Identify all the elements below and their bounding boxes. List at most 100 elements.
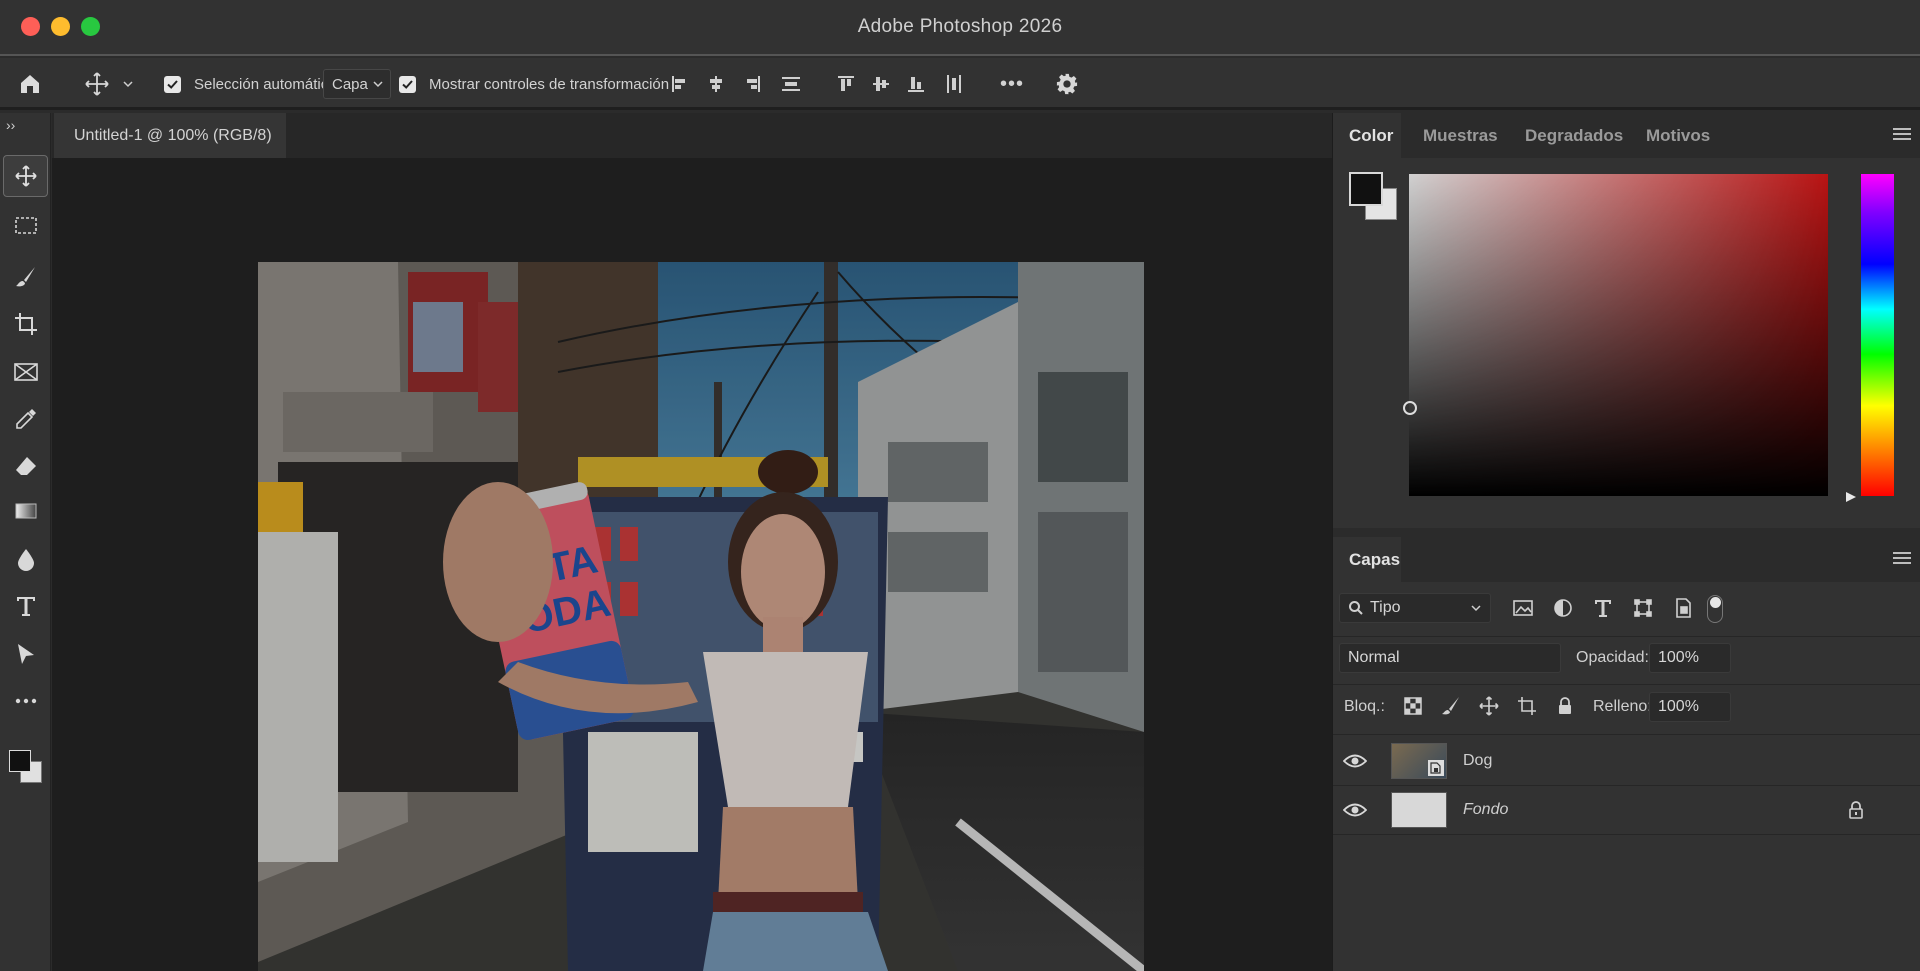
auto-select-check[interactable] <box>164 75 181 93</box>
move-icon <box>85 72 109 96</box>
tab-muestras[interactable]: Muestras <box>1423 113 1498 158</box>
color-panel <box>1333 158 1920 528</box>
tab-motivos[interactable]: Motivos <box>1646 113 1710 158</box>
filter-smart-objects-button[interactable] <box>1669 594 1697 622</box>
eraser-tool[interactable] <box>3 445 48 487</box>
shape-icon <box>1634 599 1652 617</box>
auto-select-target-dropdown[interactable]: Capa <box>323 69 391 99</box>
type-icon <box>16 597 35 616</box>
title-bar: Adobe Photoshop 2026 <box>0 0 1920 56</box>
move-tool[interactable] <box>3 155 48 197</box>
more-options-button[interactable]: ••• <box>1000 58 1024 110</box>
layer-thumbnail <box>1391 743 1447 779</box>
settings-button[interactable] <box>1056 58 1078 110</box>
panel-menu-icon[interactable] <box>1893 127 1911 141</box>
adjustment-circle-icon <box>1554 599 1572 617</box>
align-bottom-button[interactable] <box>906 58 926 110</box>
fill-input[interactable]: 100% <box>1649 692 1731 722</box>
layer-name: Dog <box>1463 752 1493 769</box>
filter-pixel-layers-button[interactable] <box>1509 594 1537 622</box>
foreground-color-swatch[interactable] <box>9 750 31 772</box>
brush-tool[interactable] <box>3 256 48 298</box>
show-transform-checkbox[interactable] <box>399 58 416 110</box>
distribute-horizontal-button[interactable] <box>944 58 964 110</box>
rectangular-marquee-icon <box>14 217 37 234</box>
checkmark-icon <box>402 79 413 89</box>
type-tool[interactable] <box>3 585 48 627</box>
tab-capas[interactable]: Capas <box>1333 537 1401 582</box>
hue-slider[interactable] <box>1861 174 1894 496</box>
checkmark-icon <box>167 79 178 89</box>
filter-type-layers-button[interactable] <box>1589 594 1617 622</box>
type-icon <box>1595 600 1611 617</box>
canvas-area[interactable]: SOTA SODA <box>52 158 1332 971</box>
document-canvas-image[interactable]: SOTA SODA <box>258 262 1144 971</box>
hue-slider-handle-icon[interactable] <box>1845 491 1857 503</box>
lock-transparent-pixels-button[interactable] <box>1399 692 1427 720</box>
tab-color[interactable]: Color <box>1333 113 1401 158</box>
panel-menu-icon[interactable] <box>1893 551 1911 565</box>
filter-shape-layers-button[interactable] <box>1629 594 1657 622</box>
foreground-color-swatch[interactable] <box>1349 172 1383 206</box>
blend-mode-dropdown[interactable]: Normal <box>1339 643 1561 673</box>
frame-icon <box>13 363 38 381</box>
lock-image-pixels-button[interactable] <box>1437 692 1465 720</box>
auto-select-checkbox[interactable] <box>164 58 181 110</box>
move-icon <box>14 165 37 187</box>
show-transform-check[interactable] <box>399 75 416 93</box>
lock-artboard-button[interactable] <box>1513 692 1541 720</box>
layer-filter-dropdown[interactable]: Tipo <box>1339 593 1491 623</box>
document-tab[interactable]: Untitled-1 @ 100% (RGB/8) <box>54 113 286 158</box>
layer-row-fondo[interactable]: Fondo <box>1333 786 1920 834</box>
eye-icon[interactable] <box>1343 752 1367 770</box>
opacity-input[interactable]: 100% <box>1649 643 1731 673</box>
frame-tool[interactable] <box>3 351 48 393</box>
distribute-icon <box>782 77 800 91</box>
path-selection-tool[interactable] <box>3 633 48 675</box>
expand-panel-icon[interactable]: ›› <box>6 117 15 133</box>
chevron-down-icon <box>123 81 133 88</box>
move-icon <box>1479 696 1499 716</box>
layer-row-dog[interactable]: Dog <box>1333 737 1920 785</box>
brush-icon <box>15 267 35 287</box>
distribute-vertical-button[interactable] <box>780 58 802 110</box>
lock-icon <box>1559 697 1571 714</box>
right-panels: Color Muestras Degradados Motivos Capas … <box>1332 113 1920 971</box>
align-right-button[interactable] <box>742 58 762 110</box>
marquee-tool[interactable] <box>3 205 48 247</box>
layer-name: Fondo <box>1463 801 1509 818</box>
layers-panel: Tipo Normal Opacidad: 100% Bloq.: Rellen… <box>1333 582 1920 971</box>
crop-tool[interactable] <box>3 303 48 345</box>
align-top-icon <box>838 76 854 91</box>
filter-toggle-switch[interactable] <box>1707 595 1723 623</box>
move-tool-preset-button[interactable] <box>84 58 134 110</box>
water-drop-icon <box>17 549 34 571</box>
align-bottom-icon <box>908 77 924 92</box>
align-middle-button[interactable] <box>871 58 891 110</box>
fill-value: 100% <box>1658 698 1699 715</box>
tab-degradados[interactable]: Degradados <box>1525 113 1623 158</box>
align-left-button[interactable] <box>670 58 690 110</box>
fill-label: Relleno: <box>1593 698 1652 715</box>
more-tools-button[interactable] <box>3 680 48 722</box>
opacity-value: 100% <box>1658 649 1699 666</box>
distribute-horizontal-icon <box>947 75 961 93</box>
eye-icon[interactable] <box>1343 801 1367 819</box>
layers-panel-tabs: Capas <box>1333 537 1920 582</box>
lock-position-button[interactable] <box>1475 692 1503 720</box>
chevron-down-icon <box>373 81 383 88</box>
search-icon <box>1349 601 1363 615</box>
gear-icon <box>1056 73 1078 95</box>
filter-adjustment-layers-button[interactable] <box>1549 594 1577 622</box>
home-button[interactable] <box>18 58 42 110</box>
blend-mode-value: Normal <box>1348 649 1400 666</box>
checkerboard-icon <box>1404 697 1422 715</box>
align-top-button[interactable] <box>836 58 856 110</box>
gradient-tool[interactable] <box>3 490 48 532</box>
lock-all-button[interactable] <box>1551 692 1579 720</box>
eyedropper-tool[interactable] <box>3 398 48 440</box>
blur-tool[interactable] <box>3 538 48 580</box>
color-picker-cursor[interactable] <box>1403 401 1417 415</box>
document-tab-title: Untitled-1 @ 100% (RGB/8) <box>74 126 272 144</box>
align-center-h-button[interactable] <box>706 58 726 110</box>
